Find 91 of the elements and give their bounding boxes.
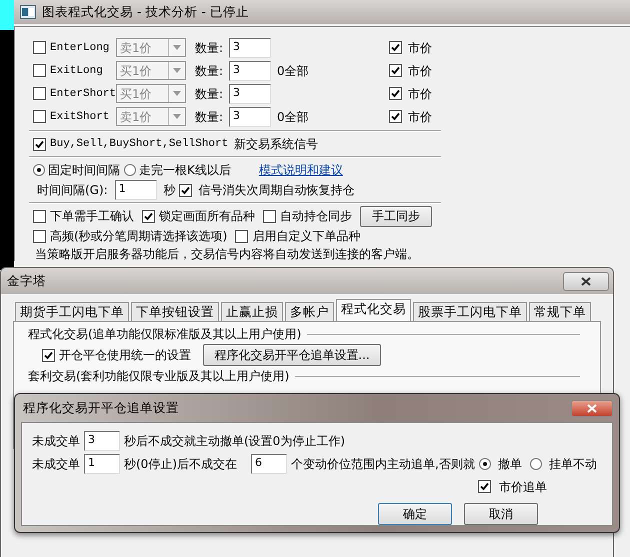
unified-checkbox[interactable] [42,348,55,362]
order-checkbox[interactable] [33,64,46,77]
checkbox-label: 高频(秒或分笔周期请选择该选项) [50,229,228,243]
close-icon [587,404,597,412]
window-title: 图表程式化交易 - 技术分析 - 已停止 [42,5,249,19]
group-title: 套利交易(套利功能仅限专业版及其以上用户使用) [28,369,290,383]
option-checkbox[interactable] [235,230,248,242]
chase-settings-button[interactable]: 程序化交易开平仓追单设置... [203,344,381,366]
order-checkbox[interactable] [33,110,46,123]
close-button[interactable] [563,272,609,290]
market-price-checkbox[interactable] [389,87,402,100]
checkbox-label: 启用自定义下单品种 [252,229,360,243]
radio-label: 走完一根K线以后 [139,163,231,177]
radio-label: 固定时间间隔 [48,163,120,177]
help-link[interactable]: 模式说明和建议 [258,163,343,177]
quantity-field[interactable]: 3 [229,60,271,80]
dialog-button[interactable]: 确定 [378,502,452,524]
order-checkbox[interactable] [33,87,46,100]
quantity-field[interactable]: 3 [229,106,271,126]
market-price-checkbox[interactable] [389,110,402,123]
checkbox-label: 开仓平仓使用统一的设置 [59,348,191,362]
chart-window-icon [20,5,36,19]
chase-delay-field[interactable]: 1 [84,454,120,474]
dropdown-arrow-icon [173,45,181,50]
option-checkbox[interactable] [263,210,276,222]
quantity-label: 数量: [195,64,224,78]
market-price-checkbox[interactable] [389,41,402,54]
radio-button[interactable] [530,458,542,470]
quantity-label: 数量: [195,110,224,124]
field-label: 个变动价位范围内主动追单,否则就 [291,456,475,470]
signal-label: Buy,Sell,BuyShort,SellShort [50,137,228,151]
market-chase-checkbox[interactable] [478,480,491,493]
note-text: 0全部 [277,110,309,124]
option-checkbox[interactable] [33,230,46,242]
tab[interactable]: 下单按钮设置 [131,302,219,321]
timeout-field[interactable]: 3 [84,430,120,450]
close-button[interactable] [571,400,613,416]
window-title: 金字塔 [7,274,46,288]
radio-button[interactable] [124,164,136,176]
checkbox-label: 市价追单 [499,480,547,494]
checkbox-label: 自动持仓同步 [280,209,352,223]
tab[interactable]: 程式化交易 [336,299,411,321]
dropdown-arrow-icon [173,68,181,73]
dialog-title: 程序化交易开平仓追单设置 [23,401,179,415]
notice-text: 当策略版开启服务器功能后，交易信号内容将自动发送到连接的客户端。 [35,246,419,260]
checkbox-label: 市价 [408,86,432,100]
market-price-checkbox[interactable] [389,64,402,77]
checkbox-label: 市价 [408,64,432,78]
ticks-field[interactable]: 6 [251,454,287,474]
tab[interactable]: 股票手工闪电下单 [413,302,527,321]
field-label: 秒(0停止)后不成交在 [124,456,237,470]
order-checkbox[interactable] [33,41,46,54]
order-type-label: EnterLong [50,40,110,54]
option-checkbox[interactable] [33,210,46,222]
checkbox-label: 锁定画面所有品种 [159,209,255,223]
unit-label: 秒 [164,183,176,197]
radio-button[interactable] [478,458,491,470]
interval-label: 时间间隔(G): [37,183,108,197]
checkbox-label: 市价 [408,110,432,124]
manual-sync-button[interactable]: 手工同步 [360,206,432,226]
radio-label: 撤单 [498,456,522,470]
field-label: 未成交单 [32,434,80,448]
order-type-label: EnterShort [50,86,116,100]
field-label: 秒后不成交就主动撤单(设置0为停止工作) [124,434,345,448]
tab[interactable]: 多帐户 [285,302,334,321]
checkbox-label: 下单需手工确认 [50,209,134,223]
dialog-button[interactable]: 取消 [464,502,538,524]
quantity-label: 数量: [195,86,224,100]
quantity-label: 数量: [195,40,224,54]
signal-suffix: 新交易系统信号 [234,137,318,151]
dropdown-arrow-icon [173,91,181,96]
radio-button[interactable] [33,164,45,176]
restore-checkbox[interactable] [178,184,192,196]
option-checkbox[interactable] [142,210,155,222]
field-label: 未成交单 [32,456,80,470]
interval-field[interactable]: 1 [114,180,157,200]
dropdown-arrow-icon [173,114,181,119]
radio-label: 挂单不动 [548,456,597,470]
quantity-field[interactable]: 3 [229,84,271,104]
signal-checkbox[interactable] [33,138,46,150]
checkbox-label: 信号消失次周期自动恢复持仓 [198,183,355,197]
order-type-label: ExitLong [50,64,104,78]
close-icon [581,276,591,286]
checkbox-label: 市价 [408,40,432,54]
tab[interactable]: 止赢止损 [221,302,283,321]
quantity-field[interactable]: 3 [229,38,271,58]
note-text: 0全部 [277,64,309,78]
tab[interactable]: 常规下单 [529,302,591,321]
order-type-label: ExitShort [50,110,110,124]
tab[interactable]: 期货手工闪电下单 [15,302,129,321]
group-title: 程式化交易(追单功能仅限标准版及其以上用户使用) [28,327,302,341]
